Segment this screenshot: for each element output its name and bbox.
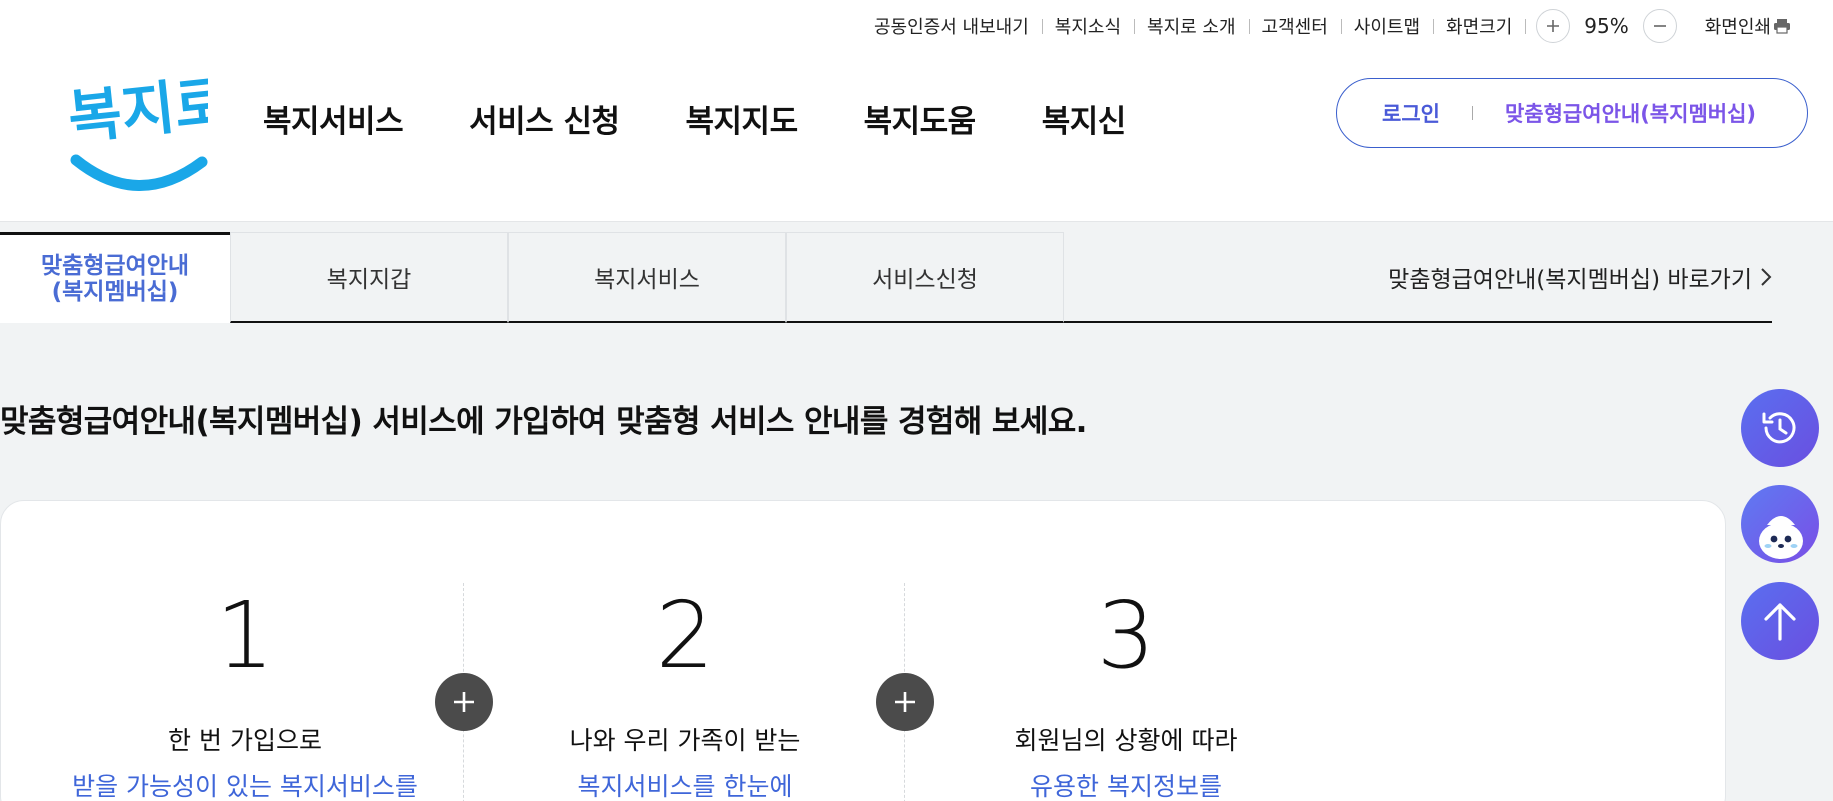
step-line2: 복지서비스를 한눈에 (577, 772, 793, 801)
global-nav: 복지서비스 서비스 신청 복지지도 복지도움 복지신 (263, 96, 1133, 140)
history-icon (1762, 412, 1796, 444)
shortcut-label: 맞춤형급여안내(복지멤버십) 바로가기 (1388, 266, 1752, 293)
util-link-about[interactable]: 복지로 소개 (1134, 13, 1249, 39)
gnb-menu-service-apply[interactable]: 서비스 신청 (469, 96, 620, 140)
tab-service-apply[interactable]: 서비스신청 (786, 232, 1064, 323)
step-3: 3 회원님의 상황에 따라 유용한 복지정보를 (906, 581, 1346, 801)
util-link-customer-center[interactable]: 고객센터 (1248, 13, 1341, 39)
membership-shortcut-link[interactable]: 맞춤형급여안내(복지멤버십) 바로가기 (1388, 232, 1772, 321)
logo-text: 복지로 (68, 70, 208, 152)
recent-history-button[interactable] (1741, 389, 1819, 467)
print-button[interactable]: 화면인쇄 (1677, 13, 1791, 39)
site-header: 공동인증서 내보내기 복지소식 복지로 소개 고객센터 사이트맵 화면크기 95… (0, 0, 1833, 222)
zoom-value: 95% (1584, 14, 1629, 38)
tab-membership-line1: 맞춤형급여안내 (40, 253, 190, 279)
login-button[interactable]: 로그인 (1382, 98, 1440, 128)
tab-bar-rest: 맞춤형급여안내(복지멤버십) 바로가기 (1064, 232, 1772, 323)
page-headline: 맞춤형급여안내(복지멤버십) 서비스에 가입하여 맞춤형 서비스 안내를 경험해… (0, 404, 1087, 440)
utility-nav: 공동인증서 내보내기 복지소식 복지로 소개 고객센터 사이트맵 화면크기 95… (861, 9, 1791, 43)
tab-welfare-services[interactable]: 복지서비스 (508, 232, 786, 323)
chatbot-button[interactable] (1741, 485, 1819, 563)
step-number: 1 (215, 582, 275, 689)
step-1: 1 한 번 가입으로 받을 가능성이 있는 복지서비스를 (25, 581, 465, 801)
step-line2: 유용한 복지정보를 (1030, 772, 1222, 801)
step-line2: 받을 가능성이 있는 복지서비스를 (72, 772, 418, 801)
step-line1: 한 번 가입으로 (168, 726, 322, 755)
print-label: 화면인쇄 (1704, 17, 1771, 38)
step-number: 2 (655, 582, 715, 689)
arrow-up-icon (1764, 603, 1796, 641)
util-divider (1525, 18, 1527, 34)
step-line1: 회원님의 상황에 따라 (1014, 726, 1238, 755)
gnb-menu-welfare-news[interactable]: 복지신 (1042, 96, 1127, 140)
scroll-top-button[interactable] (1741, 582, 1819, 660)
auth-divider (1471, 106, 1473, 120)
chatbot-mascot-icon (1759, 516, 1803, 559)
tab-welfare-wallet[interactable]: 복지지갑 (230, 232, 508, 323)
plus-icon (1547, 20, 1560, 32)
gnb-menu-welfare-help[interactable]: 복지도움 (864, 96, 977, 140)
site-logo[interactable]: 복지로 (65, 68, 231, 195)
gnb-menu-welfare-map[interactable]: 복지지도 (686, 96, 799, 140)
util-link-cert-export[interactable]: 공동인증서 내보내기 (861, 13, 1042, 39)
util-link-sitemap[interactable]: 사이트맵 (1340, 13, 1433, 39)
util-link-news[interactable]: 복지소식 (1041, 13, 1134, 39)
zoom-out-button[interactable] (1642, 9, 1677, 43)
minus-icon (1653, 25, 1666, 27)
zoom-in-button[interactable] (1536, 9, 1571, 43)
tab-membership[interactable]: 맞춤형급여안내 (복지멤버십) (0, 232, 230, 323)
printer-icon (1773, 18, 1791, 34)
steps-card: 1 한 번 가입으로 받을 가능성이 있는 복지서비스를 2 나와 우리 가족이… (0, 500, 1726, 801)
step-number: 3 (1096, 582, 1156, 689)
util-label-zoom: 화면크기 (1433, 13, 1525, 39)
gnb-menu-welfare-services[interactable]: 복지서비스 (263, 96, 404, 140)
step-line1: 나와 우리 가족이 받는 (569, 726, 801, 755)
auth-box: 로그인 맞춤형급여안내(복지멤버십) (1336, 78, 1808, 148)
chevron-right-icon (1760, 267, 1772, 287)
step-2: 2 나와 우리 가족이 받는 복지서비스를 한눈에 (465, 581, 905, 801)
sub-tabs: 맞춤형급여안내 (복지멤버십) 복지지갑 복지서비스 서비스신청 맞춤형급여안내… (0, 232, 1772, 323)
tab-membership-line2: (복지멤버십) (51, 279, 179, 305)
membership-button[interactable]: 맞춤형급여안내(복지멤버십) (1505, 98, 1756, 128)
